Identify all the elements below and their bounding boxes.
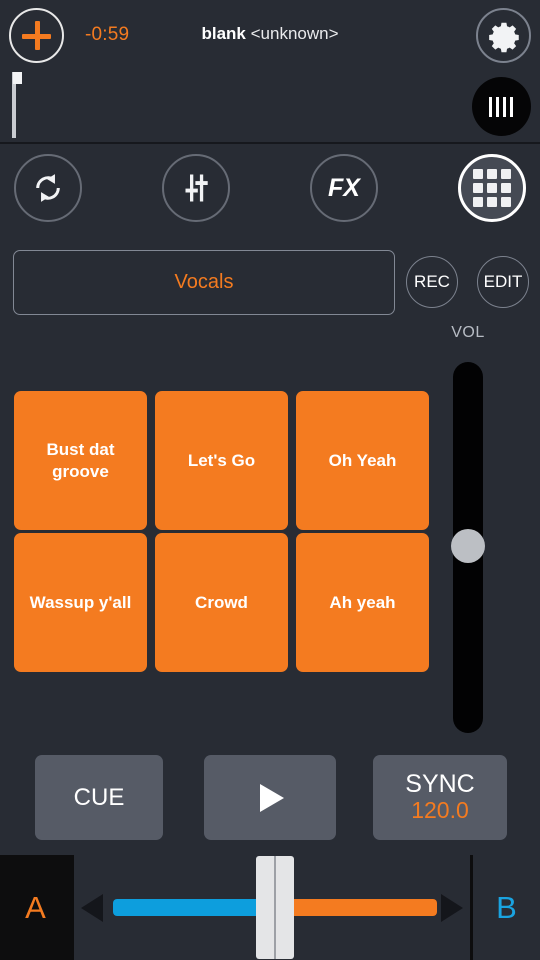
sync-label: SYNC <box>405 770 475 799</box>
crossfader-bar: A B <box>0 855 540 960</box>
bank-name-field[interactable]: Vocals <box>13 250 395 315</box>
waveform-bars-icon <box>489 97 513 117</box>
deck-b-button[interactable]: B <box>473 855 540 960</box>
cue-button[interactable]: CUE <box>35 755 163 840</box>
grid-icon <box>461 157 523 219</box>
record-button[interactable]: REC <box>406 256 458 308</box>
waveform-zoom-button[interactable] <box>472 77 531 136</box>
sample-pad[interactable]: Oh Yeah <box>296 391 429 530</box>
sample-pad[interactable]: Ah yeah <box>296 533 429 672</box>
sample-pad[interactable]: Crowd <box>155 533 288 672</box>
gear-icon <box>489 22 519 53</box>
track-title: blank <box>201 24 246 43</box>
crossfader-track[interactable] <box>71 855 473 960</box>
mixer-mode-button[interactable] <box>162 154 230 222</box>
volume-slider-knob[interactable] <box>451 529 485 563</box>
settings-button[interactable] <box>476 8 531 63</box>
crossfader-right-fill <box>275 899 437 916</box>
sliders-icon <box>164 156 228 220</box>
sample-pad[interactable]: Bust dat groove <box>14 391 147 530</box>
app-header: -0:59 blank <unknown> <box>0 0 540 72</box>
fx-mode-button[interactable]: FX <box>310 154 378 222</box>
crossfader-knob-seam <box>274 856 276 959</box>
sample-pad-grid: Bust dat groove Let's Go Oh Yeah Wassup … <box>14 391 429 672</box>
pads-mode-button[interactable] <box>458 154 526 222</box>
deck-a-button[interactable]: A <box>0 855 71 960</box>
arrow-left-icon[interactable] <box>81 894 103 922</box>
playhead-flag-icon <box>13 72 22 84</box>
track-info[interactable]: blank <unknown> <box>0 24 540 44</box>
loop-icon <box>16 156 80 220</box>
bank-row: Vocals <box>0 242 540 322</box>
crossfader-left-fill <box>113 899 275 916</box>
edit-button[interactable]: EDIT <box>477 256 529 308</box>
track-artist: <unknown> <box>250 24 339 43</box>
transport-controls: CUE SYNC 120.0 <box>0 755 540 853</box>
fx-label: FX <box>328 173 360 202</box>
sample-pad[interactable]: Let's Go <box>155 391 288 530</box>
waveform-display[interactable] <box>0 72 540 144</box>
volume-label: VOL <box>451 324 485 341</box>
crossfader-knob[interactable] <box>256 856 294 959</box>
loop-mode-button[interactable] <box>14 154 82 222</box>
sample-pad[interactable]: Wassup y'all <box>14 533 147 672</box>
cue-label: CUE <box>73 783 125 811</box>
sync-button[interactable]: SYNC 120.0 <box>373 755 507 840</box>
arrow-right-icon[interactable] <box>441 894 463 922</box>
bpm-value: 120.0 <box>411 797 469 824</box>
mode-button-row: FX <box>0 146 540 242</box>
play-button[interactable] <box>204 755 336 840</box>
play-icon <box>260 783 284 812</box>
